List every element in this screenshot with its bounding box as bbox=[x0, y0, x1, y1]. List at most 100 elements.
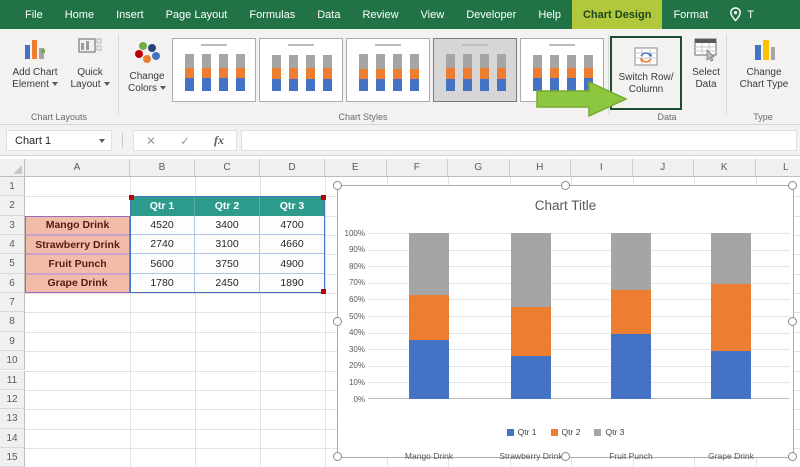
row-header-6[interactable]: 6 bbox=[0, 273, 25, 294]
cancel-icon[interactable]: ✕ bbox=[146, 134, 156, 148]
bar-segment-qtr-2[interactable] bbox=[409, 294, 449, 340]
table-header-cell[interactable]: Qtr 1 bbox=[130, 196, 195, 216]
chart-selection-handle[interactable] bbox=[560, 181, 570, 190]
change-colors-button[interactable]: Change Colors bbox=[124, 39, 170, 95]
row-header-11[interactable]: 11 bbox=[0, 370, 25, 390]
table-value-cell[interactable]: 3400 bbox=[195, 215, 260, 236]
table-value-cell[interactable]: 4900 bbox=[260, 254, 325, 274]
table-value-cell[interactable]: 1780 bbox=[130, 273, 195, 294]
table-value-cell[interactable]: 2450 bbox=[195, 273, 260, 294]
name-box-dropdown-icon[interactable] bbox=[99, 138, 105, 143]
chart-legend[interactable]: Qtr 1 Qtr 2 Qtr 3 bbox=[338, 427, 793, 437]
quick-layout-button[interactable]: Quick Layout bbox=[66, 35, 114, 91]
add-chart-element-button[interactable]: Add Chart Element bbox=[8, 35, 62, 91]
table-header-cell[interactable]: Qtr 3 bbox=[260, 196, 325, 216]
formula-input[interactable] bbox=[241, 130, 797, 151]
bar-segment-qtr-1[interactable] bbox=[611, 333, 651, 399]
chart-title[interactable]: Chart Title bbox=[338, 198, 793, 213]
menu-tab-insert[interactable]: Insert bbox=[105, 0, 155, 29]
table-value-cell[interactable]: 4660 bbox=[260, 235, 325, 255]
enter-icon[interactable]: ✓ bbox=[180, 134, 190, 148]
chart-selection-handle[interactable] bbox=[560, 452, 570, 461]
menu-tab-file[interactable]: File bbox=[14, 0, 54, 29]
row-header-5[interactable]: 5 bbox=[0, 254, 25, 274]
menu-tab-home[interactable]: Home bbox=[54, 0, 105, 29]
column-header-B[interactable]: B bbox=[130, 159, 195, 177]
name-box[interactable]: Chart 1 bbox=[6, 130, 112, 151]
column-header-J[interactable]: J bbox=[632, 159, 694, 177]
bar-segment-qtr-1[interactable] bbox=[409, 339, 449, 399]
spreadsheet-grid[interactable]: Qtr 1 Qtr 2 Qtr 3 Mango Drink 4520 3400 4700 St… bbox=[0, 159, 800, 467]
insert-function-icon[interactable]: fx bbox=[214, 133, 224, 148]
menu-tab-view[interactable]: View bbox=[410, 0, 456, 29]
chart-selection-handle[interactable] bbox=[788, 452, 797, 461]
change-chart-type-button[interactable]: Change Chart Type bbox=[730, 35, 798, 91]
menu-tab-developer[interactable]: Developer bbox=[455, 0, 527, 29]
column-header-F[interactable]: F bbox=[386, 159, 448, 177]
row-header-12[interactable]: 12 bbox=[0, 389, 25, 410]
legend-item[interactable]: Qtr 1 bbox=[506, 427, 537, 437]
bar-segment-qtr-1[interactable] bbox=[511, 355, 551, 399]
bar-segment-qtr-1[interactable] bbox=[711, 350, 751, 399]
row-header-3[interactable]: 3 bbox=[0, 215, 25, 236]
menu-tab-chart-design[interactable]: Chart Design bbox=[571, 0, 663, 29]
row-header-15[interactable]: 15 bbox=[0, 447, 25, 467]
chart-object[interactable]: Chart Title 0% 10% 20% 30% 40% 50% 60% 70% 80% 90… bbox=[333, 181, 797, 461]
legend-item[interactable]: Qtr 3 bbox=[594, 427, 624, 437]
column-header-D[interactable]: D bbox=[260, 159, 325, 177]
select-data-button[interactable]: Select Data bbox=[686, 35, 726, 91]
column-header-E[interactable]: E bbox=[325, 159, 387, 177]
bar-segment-qtr-3[interactable] bbox=[409, 233, 449, 295]
bar-segment-qtr-2[interactable] bbox=[711, 284, 751, 351]
row-header-7[interactable]: 7 bbox=[0, 293, 25, 313]
bar-segment-qtr-2[interactable] bbox=[611, 290, 651, 334]
chart-selection-handle[interactable] bbox=[333, 316, 342, 326]
chart-selection-handle[interactable] bbox=[333, 181, 342, 190]
table-value-cell[interactable]: 3100 bbox=[195, 235, 260, 255]
row-header-9[interactable]: 9 bbox=[0, 331, 25, 352]
table-header-cell[interactable]: Qtr 2 bbox=[195, 196, 260, 216]
menu-tab-review[interactable]: Review bbox=[351, 0, 409, 29]
menu-tab-formulas[interactable]: Formulas bbox=[238, 0, 306, 29]
select-all-corner[interactable] bbox=[0, 159, 25, 177]
column-header-A[interactable]: A bbox=[25, 159, 130, 177]
menu-tab-format[interactable]: Format bbox=[662, 0, 719, 29]
table-value-cell[interactable]: 5600 bbox=[130, 254, 195, 274]
row-header-14[interactable]: 14 bbox=[0, 428, 25, 448]
chart-style-thumbnail[interactable] bbox=[433, 38, 517, 102]
chart-style-thumbnail[interactable] bbox=[346, 38, 430, 102]
column-header-I[interactable]: I bbox=[571, 159, 633, 177]
table-row-label[interactable]: Mango Drink bbox=[25, 215, 130, 236]
column-header-L[interactable]: L bbox=[755, 159, 800, 177]
menu-tab-data[interactable]: Data bbox=[306, 0, 351, 29]
row-header-8[interactable]: 8 bbox=[0, 312, 25, 332]
bar-segment-qtr-3[interactable] bbox=[711, 233, 751, 285]
chart-selection-handle[interactable] bbox=[333, 452, 342, 461]
column-header-H[interactable]: H bbox=[509, 159, 571, 177]
column-header-C[interactable]: C bbox=[195, 159, 260, 177]
table-row-label[interactable]: Grape Drink bbox=[25, 273, 130, 294]
chart-style-thumbnail[interactable] bbox=[172, 38, 256, 102]
chart-selection-handle[interactable] bbox=[788, 181, 797, 190]
bar-segment-qtr-2[interactable] bbox=[511, 306, 551, 356]
column-header-K[interactable]: K bbox=[694, 159, 756, 177]
tell-me[interactable]: T bbox=[719, 0, 754, 29]
row-header-10[interactable]: 10 bbox=[0, 351, 25, 371]
row-header-13[interactable]: 13 bbox=[0, 409, 25, 429]
row-header-4[interactable]: 4 bbox=[0, 235, 25, 255]
table-row-label[interactable]: Fruit Punch bbox=[25, 254, 130, 274]
menu-tab-page-layout[interactable]: Page Layout bbox=[155, 0, 239, 29]
table-row-label[interactable]: Strawberry Drink bbox=[25, 235, 130, 255]
table-value-cell[interactable]: 4520 bbox=[130, 215, 195, 236]
table-value-cell[interactable]: 2740 bbox=[130, 235, 195, 255]
bar-segment-qtr-3[interactable] bbox=[511, 233, 551, 307]
bar-segment-qtr-3[interactable] bbox=[611, 233, 651, 291]
row-header-1[interactable]: 1 bbox=[0, 177, 25, 197]
menu-tab-help[interactable]: Help bbox=[527, 0, 572, 29]
table-value-cell[interactable]: 3750 bbox=[195, 254, 260, 274]
legend-item[interactable]: Qtr 2 bbox=[550, 427, 580, 437]
column-header-G[interactable]: G bbox=[448, 159, 510, 177]
row-header-2[interactable]: 2 bbox=[0, 196, 25, 216]
chart-selection-handle[interactable] bbox=[788, 316, 797, 326]
chart-style-thumbnail[interactable] bbox=[259, 38, 343, 102]
